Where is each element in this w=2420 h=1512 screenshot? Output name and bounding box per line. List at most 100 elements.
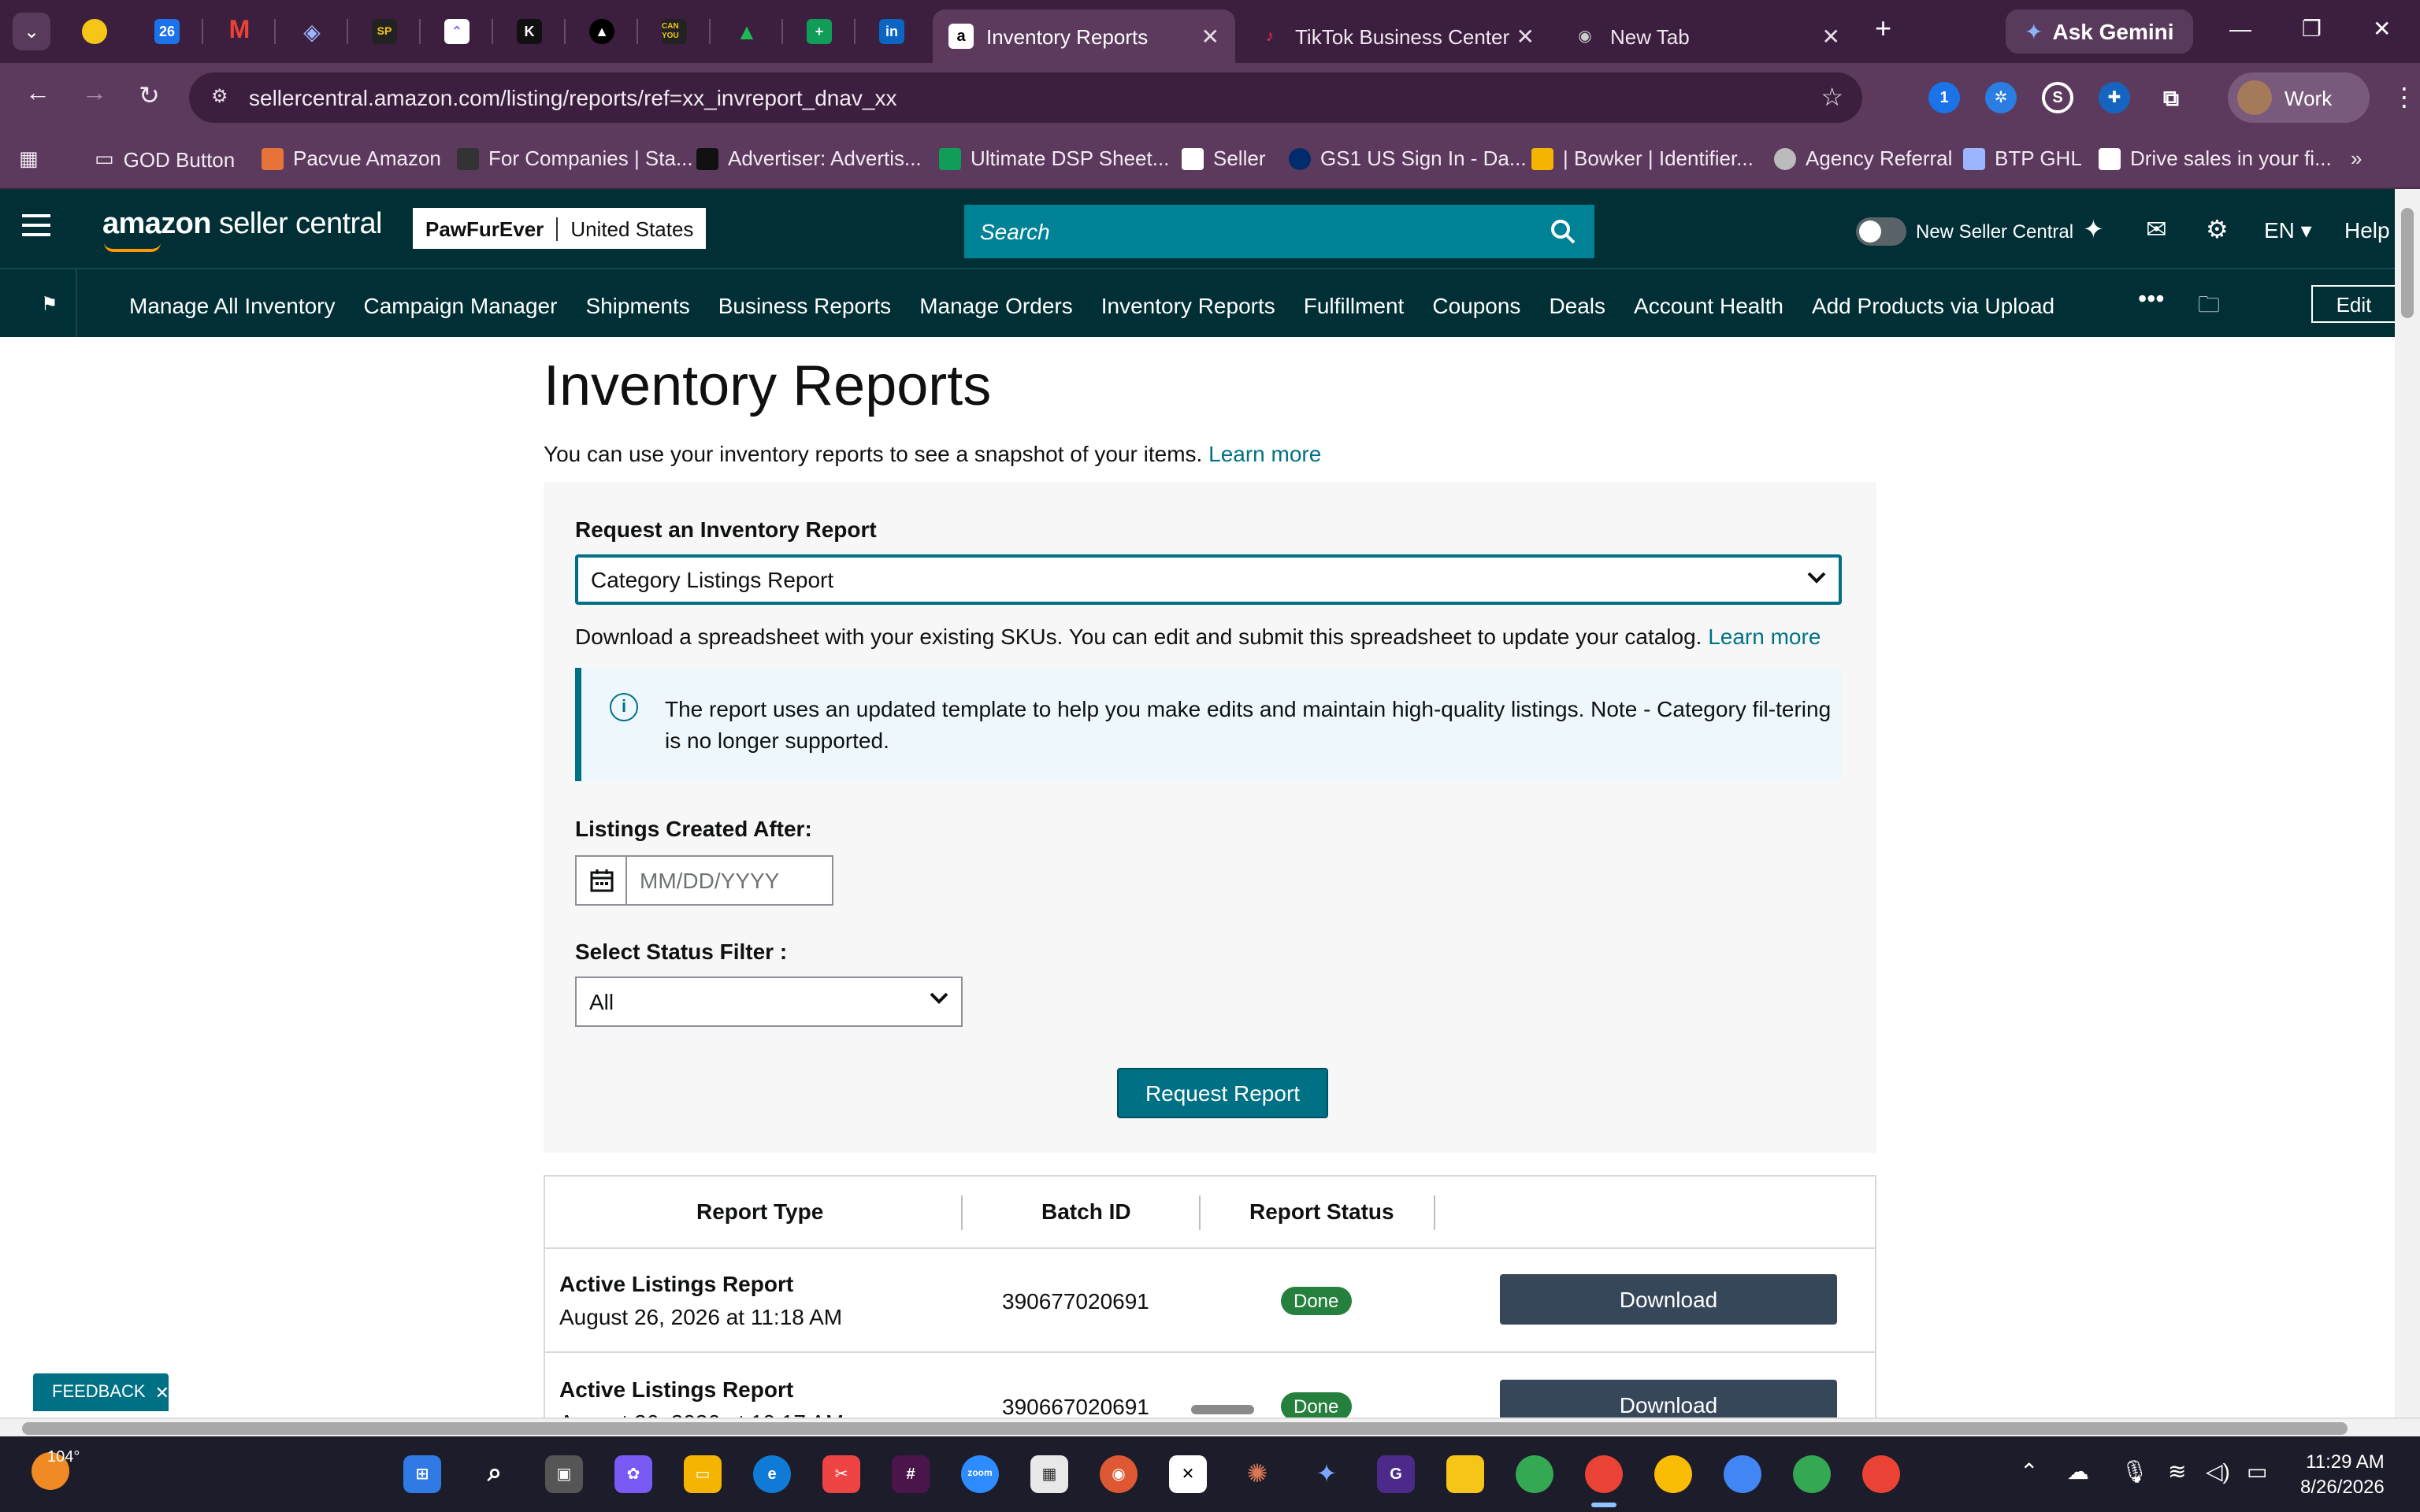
claude-icon[interactable]: ✺ — [1238, 1455, 1276, 1493]
sparkle-app-icon[interactable]: ✦ — [1308, 1455, 1345, 1493]
chrome-profile-icon[interactable] — [1516, 1455, 1553, 1493]
bookmark-god-button[interactable]: ▭ GOD Button — [95, 146, 235, 172]
seller-search-input[interactable]: Search — [964, 205, 1535, 258]
restore-icon[interactable]: ❐ — [2302, 16, 2322, 43]
system-clock[interactable]: 11:29 AM 8/26/2026 — [2300, 1449, 2385, 1499]
page-vertical-scrollbar[interactable] — [2395, 189, 2420, 1418]
back-arrow-icon[interactable]: ← — [25, 80, 50, 109]
zoom-icon[interactable]: zoom — [961, 1455, 999, 1493]
microsoft-store-icon[interactable]: ▦ — [1030, 1455, 1068, 1493]
nav-shipments[interactable]: Shipments — [585, 293, 689, 318]
extensions-puzzle-icon[interactable]: ⧉ — [2155, 82, 2187, 113]
bookmark-agency-referral[interactable]: Agency Referral — [1774, 146, 1952, 170]
calendar-icon[interactable] — [577, 857, 627, 904]
search-icon[interactable]: ⌕ — [476, 1455, 514, 1493]
chrome-profile-icon[interactable] — [1724, 1455, 1761, 1493]
new-tab-plus-icon[interactable]: + — [1875, 13, 1891, 46]
bookmark-drive-sales[interactable]: Drive sales in your fi... — [2099, 146, 2332, 170]
chrome-profile-icon[interactable] — [1862, 1455, 1900, 1493]
extension-gear-icon[interactable]: ✲ — [1985, 82, 2017, 113]
pinned-tab-keep[interactable] — [72, 13, 117, 50]
folder-icon[interactable]: 🗀 — [2198, 288, 2220, 326]
nav-business-reports[interactable]: Business Reports — [718, 293, 891, 318]
pinned-tab-triangle[interactable]: ▲ — [580, 13, 624, 50]
help-link[interactable]: Help — [2344, 217, 2390, 243]
pinned-tab-linkedin[interactable]: in — [870, 13, 914, 50]
pinned-tab-sp[interactable]: SP — [362, 13, 406, 50]
bookmark-star-icon[interactable]: ☆ — [1821, 82, 1843, 113]
request-report-button[interactable]: Request Report — [1117, 1068, 1328, 1118]
chrome-profile-icon[interactable] — [1793, 1455, 1831, 1493]
password-manager-icon[interactable]: 1 — [1928, 82, 1960, 113]
tab-new-tab[interactable]: ◉ New Tab ✕ — [1557, 9, 1856, 63]
created-after-date-input[interactable] — [627, 857, 829, 904]
wifi-icon[interactable]: ≋ — [2168, 1458, 2186, 1485]
hamburger-menu-icon[interactable] — [22, 214, 50, 236]
minimize-icon[interactable]: — — [2229, 16, 2251, 41]
download-button[interactable]: Download — [1500, 1274, 1837, 1325]
edit-nav-button[interactable]: Edit — [2311, 285, 2396, 323]
pinned-tab-canyou[interactable]: CAN YOU — [652, 13, 696, 50]
feedback-button[interactable]: FEEDBACK ✕ — [33, 1373, 169, 1411]
site-settings-icon[interactable]: ⚙ — [211, 85, 236, 110]
edge-icon[interactable]: e — [753, 1455, 791, 1493]
seller-central-logo[interactable]: amazon seller central — [102, 208, 383, 243]
status-filter-select[interactable]: All — [575, 976, 963, 1027]
language-selector[interactable]: EN ▾ — [2264, 217, 2312, 244]
capcut-icon[interactable]: ✕ — [1169, 1455, 1207, 1493]
onedrive-icon[interactable]: ☁ — [2067, 1458, 2089, 1485]
nav-manage-all-inventory[interactable]: Manage All Inventory — [129, 293, 336, 318]
nav-manage-orders[interactable]: Manage Orders — [919, 293, 1073, 318]
apps-grid-icon[interactable]: ▦ — [19, 146, 39, 172]
bookmark-gs1[interactable]: GS1 US Sign In - Da... — [1289, 146, 1527, 170]
pinned-tab-arrow[interactable]: ▲ — [725, 13, 769, 50]
bookmark-dsp-sheet[interactable]: Ultimate DSP Sheet... — [939, 146, 1169, 170]
tab-inventory-reports[interactable]: a Inventory Reports ✕ — [933, 9, 1235, 63]
close-icon[interactable]: ✕ — [155, 1382, 169, 1403]
forward-arrow-icon[interactable]: → — [82, 80, 107, 109]
volume-icon[interactable]: ◁) — [2206, 1458, 2230, 1485]
column-report-status[interactable]: Report Status — [1249, 1199, 1394, 1224]
pinned-tab-sheets[interactable]: + — [797, 13, 841, 50]
search-button[interactable] — [1531, 205, 1594, 258]
close-window-icon[interactable]: ✕ — [2373, 16, 2391, 43]
browser-menu-icon[interactable]: ⋮ — [2392, 82, 2417, 113]
report-type-select[interactable]: Category Listings Report — [575, 554, 1842, 605]
snipping-tool-icon[interactable]: ✂ — [822, 1455, 860, 1493]
column-report-type[interactable]: Report Type — [696, 1199, 823, 1224]
chrome-profile-icon[interactable] — [1654, 1455, 1692, 1493]
nav-inventory-reports[interactable]: Inventory Reports — [1101, 293, 1275, 318]
bookmark-bowker[interactable]: | Bowker | Identifier... — [1531, 146, 1754, 170]
bookmark-flag-icon[interactable]: ⚑ — [41, 293, 58, 315]
profile-button[interactable]: Work — [2228, 72, 2370, 123]
file-explorer-icon[interactable]: ▭ — [684, 1455, 722, 1493]
bookmark-seller[interactable]: Seller — [1182, 146, 1266, 170]
task-view-icon[interactable]: ▣ — [545, 1455, 583, 1493]
bookmark-pacvue[interactable]: Pacvue Amazon — [262, 146, 441, 170]
settings-gear-icon[interactable]: ⚙ — [2206, 214, 2229, 246]
extension-s-icon[interactable]: S — [2042, 82, 2073, 113]
grammarly-icon[interactable]: G — [1377, 1455, 1415, 1493]
windows-start-icon[interactable]: ⊞ — [403, 1455, 441, 1493]
download-button[interactable]: Download — [1500, 1380, 1837, 1418]
more-bookmarks-chevron-icon[interactable]: » — [2351, 146, 2362, 170]
close-tab-icon[interactable]: ✕ — [1516, 24, 1535, 50]
report-learn-more-link[interactable]: Learn more — [1708, 624, 1821, 649]
bookmark-for-companies[interactable]: For Companies | Sta... — [457, 146, 693, 170]
ask-gemini-button[interactable]: ✦ Ask Gemini — [2006, 9, 2193, 54]
learn-more-link[interactable]: Learn more — [1208, 441, 1321, 466]
reload-icon[interactable]: ↻ — [139, 80, 160, 112]
nav-campaign-manager[interactable]: Campaign Manager — [364, 293, 558, 318]
pinned-tab-diamond[interactable]: ◈ — [290, 13, 334, 50]
address-bar[interactable]: ⚙ sellercentral.amazon.com/listing/repor… — [189, 72, 1862, 123]
pinned-tab-gmail[interactable]: M — [217, 13, 262, 50]
nav-add-products-upload[interactable]: Add Products via Upload — [1812, 293, 2054, 318]
slack-icon[interactable]: # — [892, 1455, 930, 1493]
nav-account-health[interactable]: Account Health — [1634, 293, 1783, 318]
tab-search-chevron-icon[interactable]: ⌄ — [13, 13, 50, 50]
sticky-notes-icon[interactable] — [1446, 1455, 1484, 1493]
horizontal-scrollbar[interactable] — [0, 1418, 2420, 1436]
pinned-tab-calendar[interactable]: 26 — [145, 13, 189, 50]
chrome-profile-icon[interactable] — [1585, 1455, 1623, 1493]
nav-fulfillment[interactable]: Fulfillment — [1304, 293, 1405, 318]
